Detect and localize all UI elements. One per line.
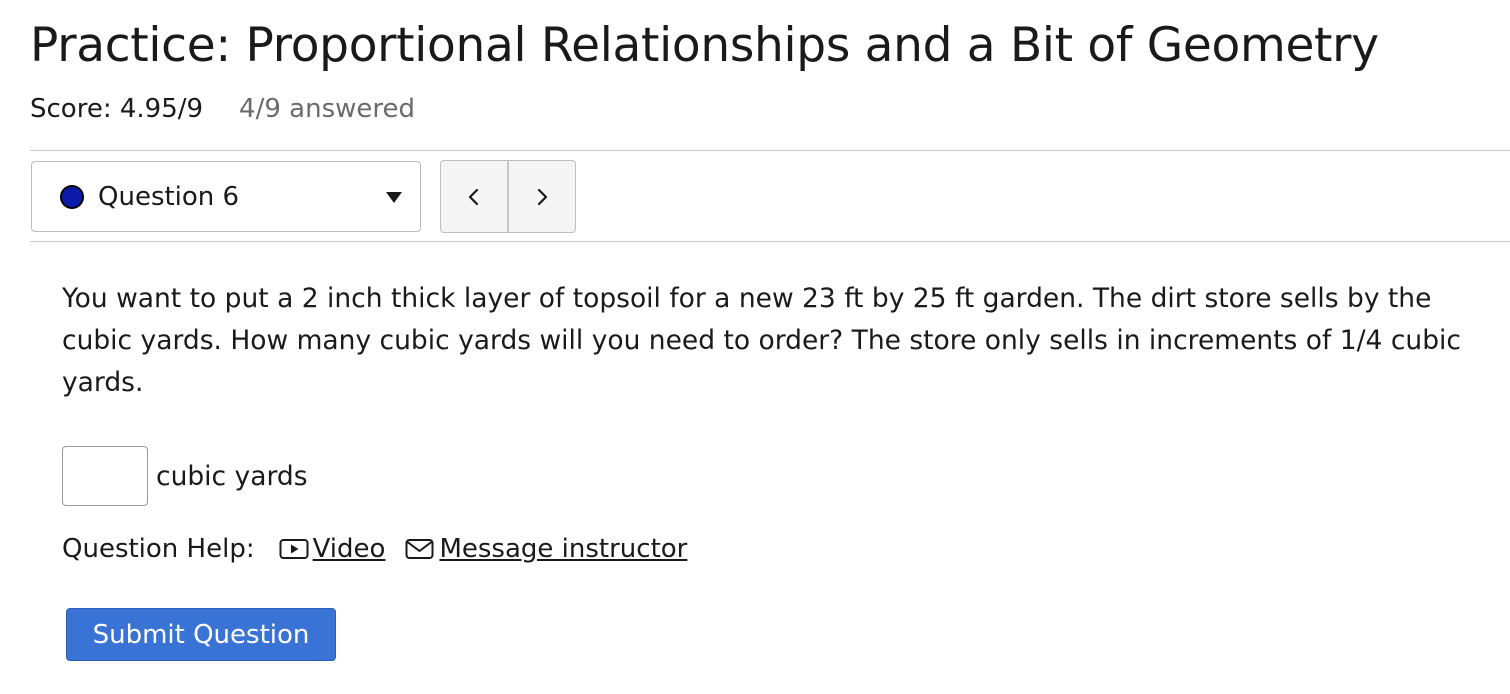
score-row: Score: 4.95/9 4/9 answered <box>30 94 415 124</box>
chevron-right-icon <box>537 188 548 205</box>
video-link[interactable]: Video <box>279 534 386 564</box>
previous-question-button[interactable] <box>441 161 507 232</box>
chevron-left-icon <box>468 188 479 205</box>
question-help: Question Help: Video Message instructor <box>62 534 687 564</box>
answered-count: 4/9 answered <box>239 94 415 124</box>
answer-input[interactable] <box>62 446 148 506</box>
next-question-button[interactable] <box>507 161 575 232</box>
video-link-label: Video <box>312 534 386 564</box>
answer-row: cubic yards <box>62 446 308 506</box>
submit-question-button[interactable]: Submit Question <box>66 608 336 661</box>
page: Practice: Proportional Relationships and… <box>0 0 1510 694</box>
question-help-label: Question Help: <box>62 534 255 564</box>
message-instructor-link[interactable]: Message instructor <box>405 534 687 564</box>
question-select[interactable]: Question 6 <box>31 161 421 232</box>
video-icon <box>279 539 309 559</box>
divider-bottom <box>30 241 1510 242</box>
question-nav-buttons <box>440 160 576 233</box>
page-title: Practice: Proportional Relationships and… <box>30 18 1379 73</box>
score-text: Score: 4.95/9 <box>30 94 204 124</box>
caret-down-icon <box>386 192 402 203</box>
envelope-icon <box>405 539 434 559</box>
question-text: You want to put a 2 inch thick layer of … <box>62 283 1461 398</box>
answer-unit-label: cubic yards <box>156 460 308 492</box>
question-select-label: Question 6 <box>98 181 240 212</box>
question-status-dot <box>60 184 84 209</box>
divider-top <box>30 150 1510 151</box>
message-instructor-label: Message instructor <box>439 534 688 564</box>
